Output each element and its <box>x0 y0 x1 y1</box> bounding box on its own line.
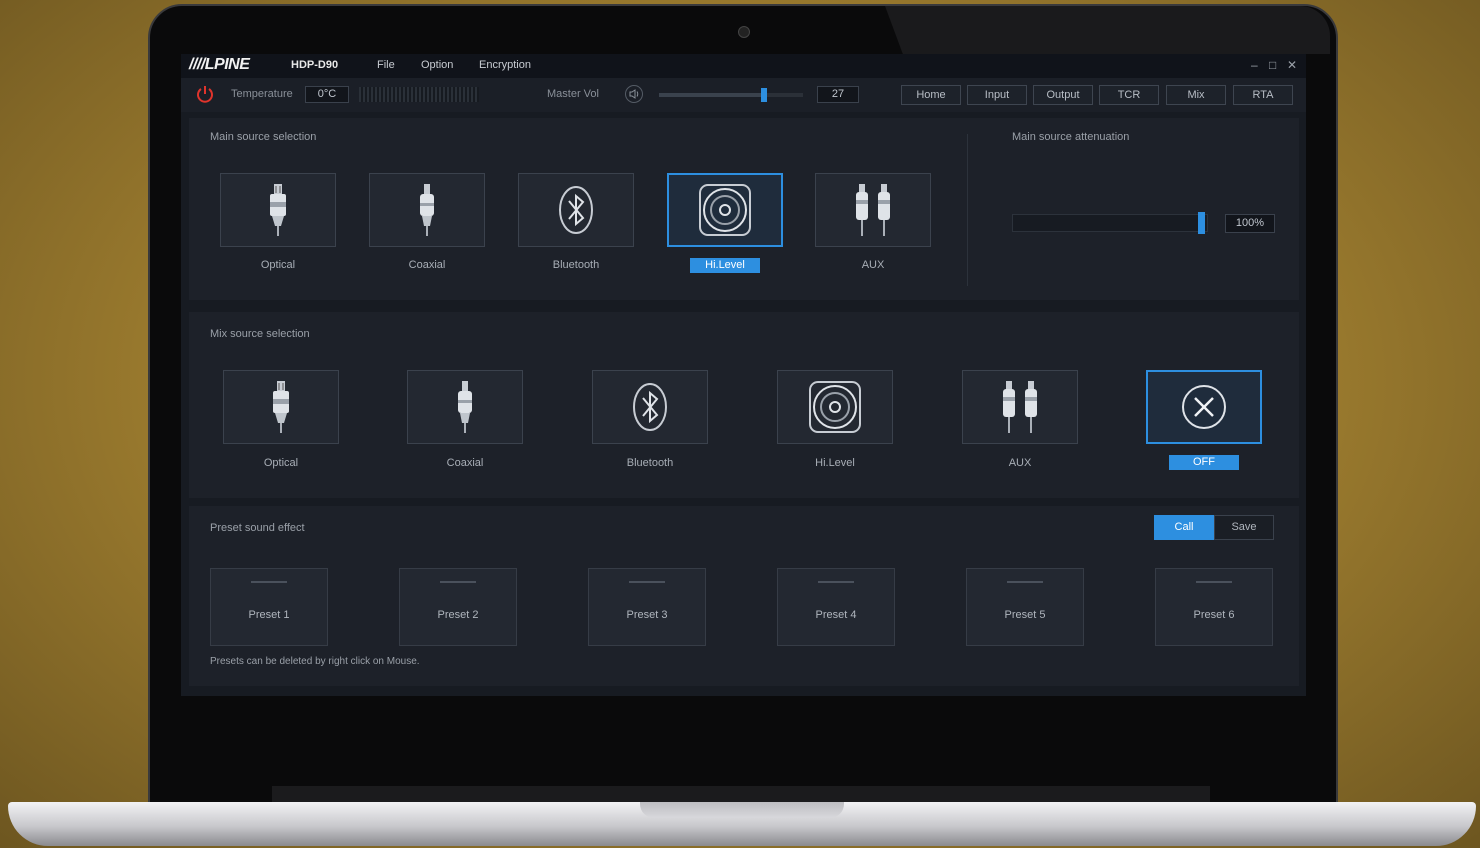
speaker-volume-icon[interactable] <box>625 85 643 103</box>
attenuation-handle[interactable] <box>1198 212 1205 234</box>
tab-rta[interactable]: RTA <box>1233 85 1293 105</box>
preset-1[interactable]: Preset 1 <box>210 568 328 646</box>
master-vol-label: Master Vol <box>547 88 599 100</box>
mix-source-hilevel[interactable] <box>777 370 893 444</box>
preset-6[interactable]: Preset 6 <box>1155 568 1273 646</box>
tab-tcr[interactable]: TCR <box>1099 85 1159 105</box>
tab-home[interactable]: Home <box>901 85 961 105</box>
toolbar: Temperature 0°C Master Vol 27 Home Input… <box>181 78 1306 112</box>
maximize-button[interactable]: □ <box>1269 58 1276 72</box>
menu-file[interactable]: File <box>377 59 395 71</box>
model-name: HDP-D90 <box>291 59 339 71</box>
mix-source-optical-label: Optical <box>263 457 299 469</box>
title-bar: ////LPINE HDP-D90 File Option Encryption… <box>181 54 1306 78</box>
rca-icon <box>856 184 890 236</box>
mix-source-title: Mix source selection <box>210 328 310 340</box>
mix-source-aux-label: AUX <box>1008 457 1032 469</box>
preset-3[interactable]: Preset 3 <box>588 568 706 646</box>
master-vol-handle[interactable] <box>761 88 767 102</box>
close-button[interactable]: ✕ <box>1287 58 1297 72</box>
mix-source-off[interactable] <box>1146 370 1262 444</box>
call-button[interactable]: Call <box>1154 515 1214 540</box>
lid-glare <box>885 6 1330 54</box>
webcam <box>738 26 750 38</box>
menu-encryption[interactable]: Encryption <box>479 59 531 71</box>
main-source-title: Main source selection <box>210 131 317 143</box>
panel-divider <box>967 134 968 286</box>
main-source-optical[interactable] <box>220 173 336 247</box>
preset-label: Preset 4 <box>815 609 857 621</box>
coaxial-icon <box>458 381 472 433</box>
mix-source-coaxial-label: Coaxial <box>446 457 484 469</box>
mix-source-hilevel-label: Hi.Level <box>815 457 855 469</box>
main-source-aux[interactable] <box>815 173 931 247</box>
main-source-bluetooth-label: Bluetooth <box>552 259 600 271</box>
main-source-aux-label: AUX <box>861 259 885 271</box>
close-circle-icon <box>1182 385 1226 429</box>
laptop-notch <box>640 802 844 818</box>
preset-label: Preset 6 <box>1193 609 1235 621</box>
attenuation-value[interactable]: 100% <box>1225 214 1275 233</box>
app-window: ////LPINE HDP-D90 File Option Encryption… <box>181 54 1306 696</box>
bluetooth-icon <box>559 186 593 234</box>
mix-source-bluetooth-label: Bluetooth <box>626 457 674 469</box>
tab-mix[interactable]: Mix <box>1166 85 1226 105</box>
main-source-bluetooth[interactable] <box>518 173 634 247</box>
laptop-hinge <box>272 786 1210 802</box>
mix-source-bluetooth[interactable] <box>592 370 708 444</box>
main-source-coaxial[interactable] <box>369 173 485 247</box>
preset-label: Preset 5 <box>1004 609 1046 621</box>
speaker-icon <box>699 184 751 236</box>
temperature-label: Temperature <box>231 88 293 100</box>
mix-source-off-label: OFF <box>1169 455 1239 470</box>
main-source-hilevel-label: Hi.Level <box>690 258 760 273</box>
bluetooth-icon <box>633 383 667 431</box>
mix-source-panel <box>189 312 1299 498</box>
mix-source-aux[interactable] <box>962 370 1078 444</box>
attenuation-slider[interactable] <box>1012 212 1208 234</box>
brand-logo: ////LPINE <box>189 56 250 73</box>
preset-label: Preset 2 <box>437 609 479 621</box>
tab-output[interactable]: Output <box>1033 85 1093 105</box>
preset-title: Preset sound effect <box>210 522 305 534</box>
coaxial-icon <box>420 184 434 236</box>
preset-2[interactable]: Preset 2 <box>399 568 517 646</box>
menu-option[interactable]: Option <box>421 59 453 71</box>
preset-note: Presets can be deleted by right click on… <box>210 656 420 667</box>
level-meter <box>359 87 479 102</box>
preset-5[interactable]: Preset 5 <box>966 568 1084 646</box>
main-source-coaxial-label: Coaxial <box>408 259 446 271</box>
optical-icon <box>273 381 289 433</box>
power-icon[interactable] <box>195 84 215 104</box>
master-vol-value[interactable]: 27 <box>817 86 859 103</box>
mix-source-coaxial[interactable] <box>407 370 523 444</box>
optical-icon <box>270 184 286 236</box>
speaker-icon <box>809 381 861 433</box>
preset-label: Preset 3 <box>626 609 668 621</box>
minimize-button[interactable]: – <box>1251 58 1258 72</box>
preset-4[interactable]: Preset 4 <box>777 568 895 646</box>
attenuation-title: Main source attenuation <box>1012 131 1130 143</box>
mix-source-optical[interactable] <box>223 370 339 444</box>
tab-input[interactable]: Input <box>967 85 1027 105</box>
save-button[interactable]: Save <box>1214 515 1274 540</box>
main-source-optical-label: Optical <box>260 259 296 271</box>
rca-icon <box>1003 381 1037 433</box>
temperature-value: 0°C <box>305 86 349 103</box>
master-vol-slider[interactable] <box>659 88 803 102</box>
main-source-hilevel[interactable] <box>667 173 783 247</box>
preset-label: Preset 1 <box>248 609 290 621</box>
